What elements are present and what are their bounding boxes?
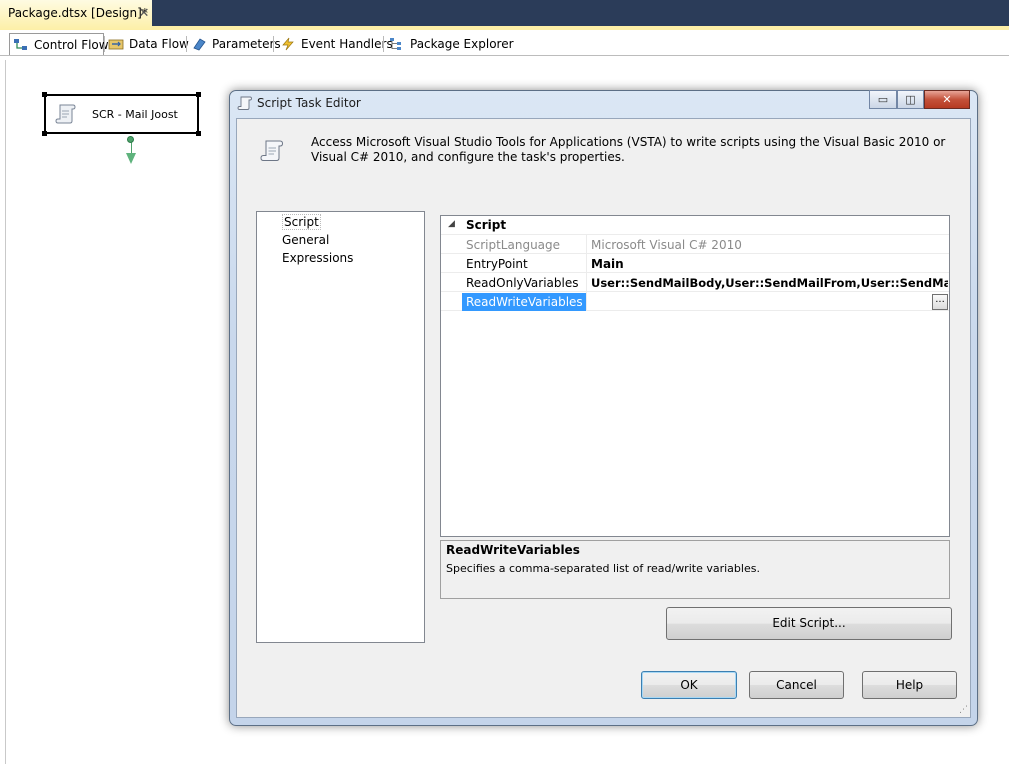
- event-handlers-icon: [282, 37, 294, 51]
- package-explorer-icon: [390, 38, 401, 50]
- tab-package-explorer[interactable]: Package Explorer: [389, 33, 514, 55]
- property-value-readonlyvariables[interactable]: User::SendMailBody,User::SendMailFrom,Us…: [591, 276, 948, 290]
- designer-tab-bar: Control Flow Data Flow Parameters Event …: [0, 30, 1009, 56]
- tab-separator: [273, 36, 274, 52]
- help-text: Specifies a comma-separated list of read…: [446, 562, 760, 575]
- edit-script-button[interactable]: Edit Script...: [666, 607, 952, 640]
- resize-handle[interactable]: [42, 92, 47, 97]
- tab-parameters-label: Parameters: [212, 37, 281, 51]
- property-value-scriptlanguage: Microsoft Visual C# 2010: [591, 238, 742, 252]
- ok-button[interactable]: OK: [641, 671, 737, 699]
- tab-separator: [186, 36, 187, 52]
- precedence-arrow-icon[interactable]: [126, 153, 136, 164]
- resize-handle[interactable]: [42, 131, 47, 136]
- help-title: ReadWriteVariables: [446, 543, 580, 557]
- script-task-label: SCR - Mail Joost: [92, 108, 178, 121]
- property-value-entrypoint[interactable]: Main: [591, 257, 624, 271]
- tab-data-flow-label: Data Flow: [129, 37, 189, 51]
- editor-nav-list[interactable]: [256, 211, 425, 643]
- tab-separator: [383, 36, 384, 52]
- resize-handle[interactable]: [196, 92, 201, 97]
- control-flow-icon: [14, 39, 27, 50]
- resize-handle[interactable]: [196, 131, 201, 136]
- maximize-button[interactable]: ◫: [897, 90, 924, 109]
- tab-separator: [104, 36, 105, 52]
- document-tab-package-design[interactable]: Package.dtsx [Design]*: [0, 0, 152, 30]
- close-tab-icon[interactable]: ✕: [137, 7, 151, 21]
- property-category-row[interactable]: [441, 216, 949, 235]
- minimize-button[interactable]: ▭: [869, 90, 897, 109]
- dialog-title: Script Task Editor: [257, 96, 361, 110]
- nav-item-expressions[interactable]: Expressions: [282, 251, 353, 265]
- document-tab-title: Package.dtsx [Design]*: [8, 6, 148, 20]
- script-scroll-icon: [55, 104, 76, 124]
- tab-control-flow-label: Control Flow: [34, 38, 109, 52]
- script-scroll-icon: [260, 140, 284, 161]
- cancel-button[interactable]: Cancel: [749, 671, 844, 699]
- precedence-connector-dot[interactable]: [127, 136, 134, 143]
- close-button[interactable]: ✕: [924, 90, 970, 109]
- property-name-scriptlanguage: ScriptLanguage: [466, 238, 561, 252]
- property-name-readwritevariables: ReadWriteVariables: [466, 295, 583, 309]
- dialog-description: Access Microsoft Visual Studio Tools for…: [311, 135, 946, 164]
- tab-package-explorer-label: Package Explorer: [410, 37, 514, 51]
- browse-variables-button[interactable]: ...: [932, 294, 948, 310]
- collapse-category-icon[interactable]: ◢: [448, 219, 455, 229]
- script-scroll-icon: [237, 96, 252, 110]
- tab-parameters[interactable]: Parameters: [191, 33, 281, 55]
- help-button[interactable]: Help: [862, 671, 957, 699]
- tab-data-flow[interactable]: Data Flow: [108, 33, 189, 55]
- data-flow-icon: [108, 39, 124, 50]
- tab-event-handlers-label: Event Handlers: [301, 37, 393, 51]
- tab-control-flow[interactable]: Control Flow: [9, 33, 109, 55]
- nav-item-script[interactable]: Script: [282, 214, 321, 230]
- tab-event-handlers[interactable]: Event Handlers: [280, 33, 393, 55]
- property-category-label: Script: [466, 218, 507, 232]
- property-column-divider[interactable]: [586, 235, 587, 311]
- resize-grip-icon[interactable]: ⋰: [959, 706, 969, 716]
- nav-item-general[interactable]: General: [282, 233, 329, 247]
- property-name-entrypoint: EntryPoint: [466, 257, 528, 271]
- property-name-readonlyvariables: ReadOnlyVariables: [466, 276, 579, 290]
- parameters-icon: [193, 38, 206, 51]
